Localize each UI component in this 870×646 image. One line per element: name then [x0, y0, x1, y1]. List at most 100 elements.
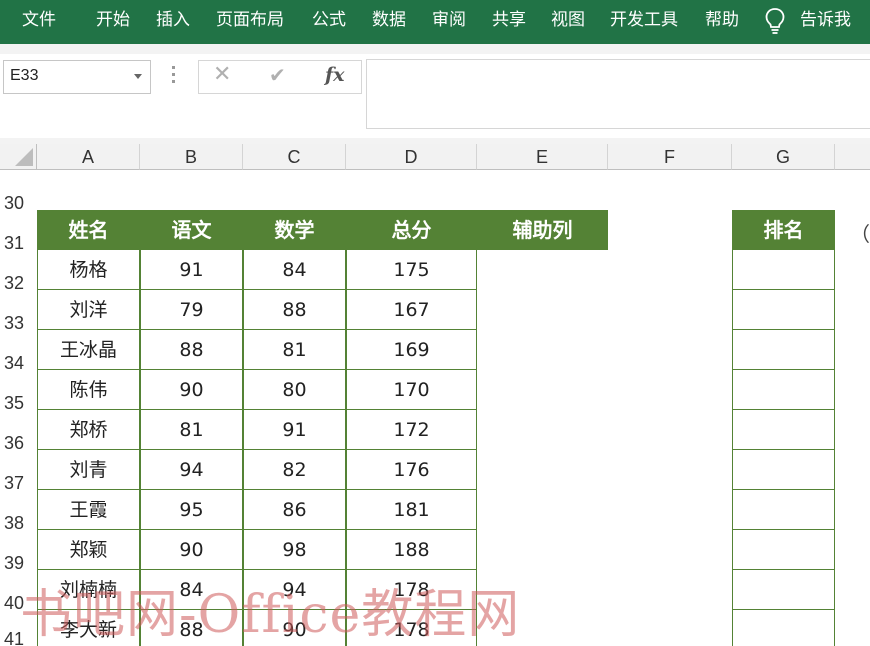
- cell-total[interactable]: 170: [346, 370, 477, 410]
- cell-math[interactable]: 91: [243, 410, 346, 450]
- cancel-icon[interactable]: ✕: [213, 62, 231, 87]
- cell-rank[interactable]: [732, 450, 835, 490]
- cell-total[interactable]: 178: [346, 570, 477, 610]
- cell-name[interactable]: 刘青: [37, 450, 140, 490]
- grip-dots-icon[interactable]: [172, 66, 176, 86]
- cell-math[interactable]: 81: [243, 330, 346, 370]
- cell-rank[interactable]: [732, 610, 835, 646]
- cell-chinese[interactable]: 94: [140, 450, 243, 490]
- column-header-h[interactable]: [835, 144, 870, 170]
- tab-share[interactable]: 共享: [492, 8, 526, 32]
- cell-math[interactable]: 88: [243, 290, 346, 330]
- row-header-35[interactable]: 35: [0, 370, 37, 413]
- cell-chinese[interactable]: 91: [140, 250, 243, 290]
- row-header-30[interactable]: 30: [0, 170, 37, 213]
- cell-name[interactable]: 杨格: [37, 250, 140, 290]
- name-box-value: E33: [10, 67, 39, 84]
- cell-rank[interactable]: [732, 370, 835, 410]
- row-header-34[interactable]: 34: [0, 330, 37, 373]
- column-header-d[interactable]: D: [346, 144, 477, 170]
- cell-total[interactable]: 172: [346, 410, 477, 450]
- cell-math[interactable]: 80: [243, 370, 346, 410]
- cell-name[interactable]: 陈伟: [37, 370, 140, 410]
- tab-developer[interactable]: 开发工具: [610, 8, 678, 32]
- column-header-f[interactable]: F: [608, 144, 732, 170]
- cell-total[interactable]: 188: [346, 530, 477, 570]
- cell-math[interactable]: 98: [243, 530, 346, 570]
- cell-rank[interactable]: [732, 530, 835, 570]
- cell-chinese[interactable]: 95: [140, 490, 243, 530]
- column-header-g[interactable]: G: [732, 144, 835, 170]
- row-header-31[interactable]: 31: [0, 210, 37, 253]
- cell-chinese[interactable]: 88: [140, 330, 243, 370]
- overflow-cell-text: （#: [850, 222, 870, 246]
- insert-function-icon[interactable]: fx: [325, 64, 345, 86]
- cell-chinese[interactable]: 88: [140, 610, 243, 646]
- cell-math[interactable]: 94: [243, 570, 346, 610]
- tab-review[interactable]: 审阅: [432, 8, 466, 32]
- cell-chinese[interactable]: 79: [140, 290, 243, 330]
- tab-page-layout[interactable]: 页面布局: [216, 8, 284, 32]
- row-header-41[interactable]: 41: [0, 610, 37, 646]
- cell-math[interactable]: 90: [243, 610, 346, 646]
- formula-input[interactable]: [366, 59, 870, 129]
- cell-rank[interactable]: [732, 490, 835, 530]
- cell-chinese[interactable]: 90: [140, 370, 243, 410]
- cell-rank[interactable]: [732, 570, 835, 610]
- tab-help[interactable]: 帮助: [705, 8, 739, 32]
- header-cell-name[interactable]: 姓名: [37, 210, 140, 250]
- column-header-b[interactable]: B: [140, 144, 243, 170]
- cell-name[interactable]: 郑桥: [37, 410, 140, 450]
- tab-file[interactable]: 文件: [22, 8, 56, 32]
- cell-name[interactable]: 刘楠楠: [37, 570, 140, 610]
- cell-total[interactable]: 169: [346, 330, 477, 370]
- cell-rank[interactable]: [732, 250, 835, 290]
- tab-data[interactable]: 数据: [372, 8, 406, 32]
- column-header-e[interactable]: E: [477, 144, 608, 170]
- cell-total[interactable]: 181: [346, 490, 477, 530]
- tab-view[interactable]: 视图: [551, 8, 585, 32]
- header-cell-rank[interactable]: 排名: [732, 210, 835, 250]
- column-header-a[interactable]: A: [37, 144, 140, 170]
- cell-name[interactable]: 郑颖: [37, 530, 140, 570]
- cell-name[interactable]: 王冰晶: [37, 330, 140, 370]
- row-header-32[interactable]: 32: [0, 250, 37, 293]
- cell-name[interactable]: 李大新: [37, 610, 140, 646]
- cell-total[interactable]: 176: [346, 450, 477, 490]
- column-header-c[interactable]: C: [243, 144, 346, 170]
- row-header-37[interactable]: 37: [0, 450, 37, 493]
- cell-math[interactable]: 82: [243, 450, 346, 490]
- cell-chinese[interactable]: 90: [140, 530, 243, 570]
- name-box[interactable]: E33: [3, 60, 151, 94]
- row-header-38[interactable]: 38: [0, 490, 37, 533]
- cell-total[interactable]: 178: [346, 610, 477, 646]
- cell-math[interactable]: 86: [243, 490, 346, 530]
- cell-rank[interactable]: [732, 410, 835, 450]
- tab-insert[interactable]: 插入: [156, 8, 190, 32]
- ribbon-separator: [0, 44, 870, 54]
- row-header-33[interactable]: 33: [0, 290, 37, 333]
- cell-math[interactable]: 84: [243, 250, 346, 290]
- header-cell-math[interactable]: 数学: [243, 210, 346, 250]
- header-cell-helper[interactable]: 辅助列: [477, 210, 608, 250]
- cell-total[interactable]: 175: [346, 250, 477, 290]
- cell-name[interactable]: 王霞: [37, 490, 140, 530]
- tell-me-search[interactable]: 告诉我: [800, 8, 851, 32]
- lightbulb-icon[interactable]: [764, 7, 786, 35]
- row-header-36[interactable]: 36: [0, 410, 37, 453]
- cell-rank[interactable]: [732, 290, 835, 330]
- cell-name[interactable]: 刘洋: [37, 290, 140, 330]
- cell-rank[interactable]: [732, 330, 835, 370]
- tab-formulas[interactable]: 公式: [312, 8, 346, 32]
- tab-home[interactable]: 开始: [96, 8, 130, 32]
- row-header-40[interactable]: 40: [0, 570, 37, 613]
- header-cell-chinese[interactable]: 语文: [140, 210, 243, 250]
- cell-chinese[interactable]: 84: [140, 570, 243, 610]
- header-cell-total[interactable]: 总分: [346, 210, 477, 250]
- enter-icon[interactable]: ✔: [269, 63, 286, 87]
- select-all-corner[interactable]: [0, 144, 37, 170]
- row-header-39[interactable]: 39: [0, 530, 37, 573]
- cell-chinese[interactable]: 81: [140, 410, 243, 450]
- name-box-dropdown-icon[interactable]: [134, 74, 142, 79]
- cell-total[interactable]: 167: [346, 290, 477, 330]
